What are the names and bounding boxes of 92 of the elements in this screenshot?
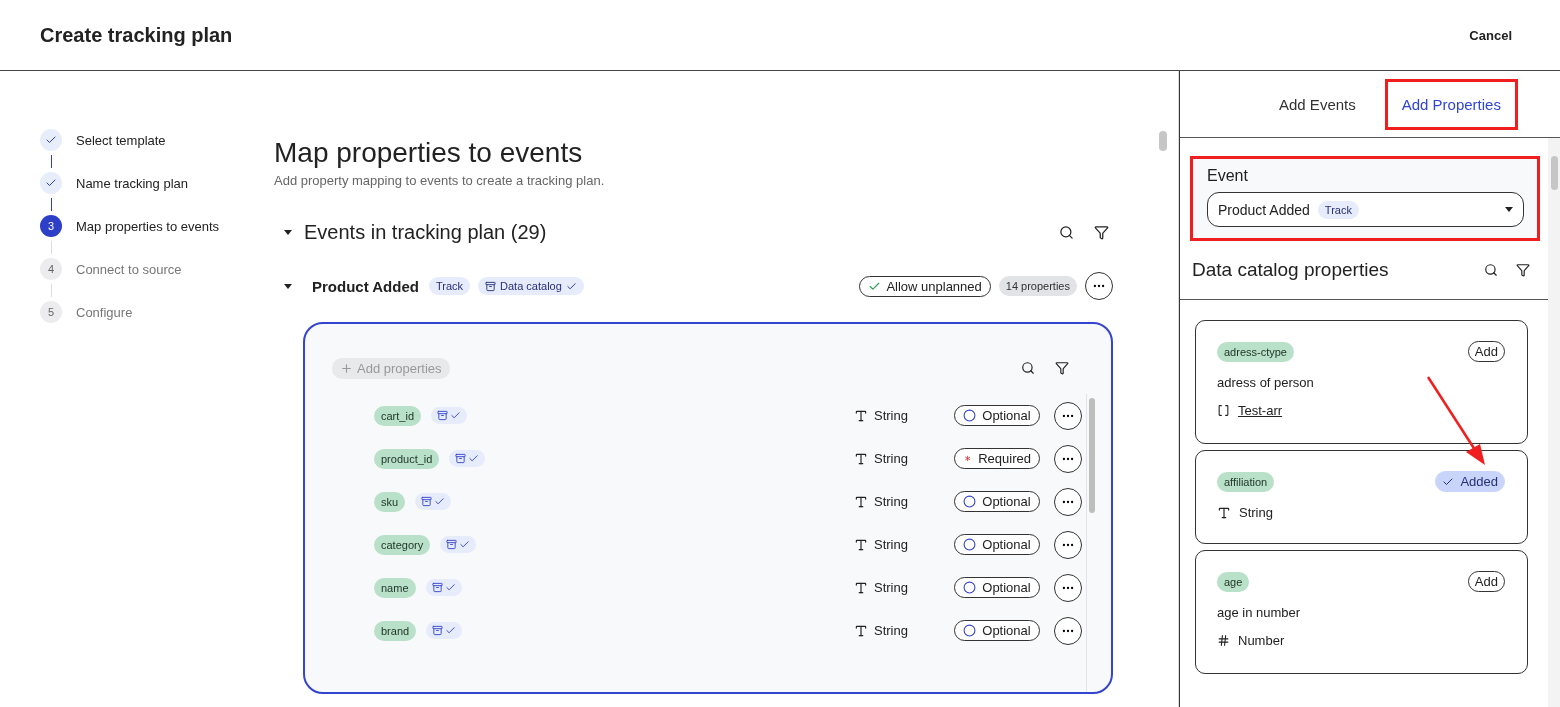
added-button[interactable]: Added [1435,471,1505,492]
step-label: Map properties to events [76,218,220,234]
more-button[interactable] [1054,573,1082,602]
property-type: String [854,494,934,509]
check-icon [445,625,457,636]
catalog-heading: Data catalog properties [1192,259,1390,281]
property-type: String [854,537,934,552]
text-type-icon [854,494,868,509]
brackets-icon [1217,404,1230,417]
add-button[interactable]: Add [1467,341,1505,362]
property-name-tag: affiliation [1217,471,1275,492]
check-icon [444,582,456,593]
step-label: Name tracking plan [76,175,188,191]
property-type: Number [1238,633,1285,648]
property-name-tag: cart_id [374,405,422,426]
property-name-tag: category [374,534,431,555]
type-link[interactable]: Test-arr [1238,403,1283,418]
check-icon [450,410,462,421]
text-type-icon [854,408,868,423]
property-name-tag: brand [374,620,417,641]
requirement-tag[interactable]: Required [954,448,1040,469]
property-type: String [854,451,934,466]
archive-icon [455,453,467,464]
event-select[interactable]: Product Added Track [1207,192,1524,227]
section-description: Add property mapping to events to create a tracking plan. [274,173,606,188]
more-button[interactable] [1054,530,1082,559]
circle-icon [963,495,977,508]
plus-icon [340,361,353,375]
more-button[interactable] [1054,616,1082,645]
text-type-icon [854,580,868,595]
requirement-tag[interactable]: Optional [954,577,1040,598]
event-type-tag: Track [428,277,471,295]
archive-icon [421,496,433,507]
circle-icon [963,409,977,422]
property-name-tag: name [374,577,416,598]
step-number: 3 [40,215,62,237]
step-number: 4 [40,258,62,280]
step-label: Configure [76,304,133,320]
property-type: String [854,623,934,638]
check-icon [459,539,471,550]
properties-count: 14 properties [998,276,1077,296]
step-number: 5 [40,301,62,323]
property-type: String [854,580,934,595]
circle-icon [963,624,977,637]
event-name: Product Added [312,277,419,295]
check-icon [434,496,446,507]
scrollbar-thumb[interactable] [1159,131,1167,151]
add-button[interactable]: Add [1467,571,1505,592]
field-label: Event [1207,167,1249,185]
hash-icon [1217,634,1230,647]
property-name-tag: age [1217,571,1250,592]
text-type-icon [854,537,868,552]
archive-icon [446,539,458,550]
requirement-tag[interactable]: Optional [954,620,1040,641]
more-button[interactable] [1054,487,1082,516]
step-label: Connect to source [76,261,182,277]
page-title: Create tracking plan [40,23,233,47]
check-icon [565,280,577,292]
tab[interactable]: Add Events [1262,78,1373,130]
property-description: age in number [1217,605,1302,620]
tag-label: Data catalog [500,280,562,292]
archive-icon [485,280,497,292]
more-button[interactable] [1054,401,1082,430]
archive-icon [432,625,444,636]
archive-icon [437,410,449,421]
check-icon [468,453,480,464]
cancel-button[interactable]: Cancel [1461,23,1520,47]
events-heading: Events in tracking plan (29) [304,220,547,244]
requirement-tag[interactable]: Optional [954,534,1040,555]
text-type-icon [854,451,868,466]
property-description: adress of person [1217,375,1315,390]
requirement-tag[interactable]: Optional [954,491,1040,512]
caret-icon[interactable] [284,283,292,289]
text-type-icon [854,623,868,638]
requirement-tag[interactable]: Optional [954,405,1040,426]
archive-icon [431,582,443,593]
section-heading: Map properties to events [274,137,584,169]
property-name-tag: adress-ctype [1217,341,1294,362]
scrollbar-thumb[interactable] [1089,398,1095,513]
scrollbar-thumb[interactable] [1550,156,1558,190]
property-type: String [854,408,934,423]
property-type: String [1239,505,1273,520]
circle-icon [963,581,977,594]
more-button[interactable] [1054,444,1082,473]
tab[interactable]: Add Properties [1384,78,1518,130]
property-name-tag: sku [374,491,406,512]
caret-icon[interactable] [284,229,292,235]
circle-icon [963,538,977,551]
more-button[interactable] [1085,272,1113,300]
property-name-tag: product_id [374,448,440,469]
step-label: Select template [76,132,166,148]
text-type-icon [1217,505,1231,520]
